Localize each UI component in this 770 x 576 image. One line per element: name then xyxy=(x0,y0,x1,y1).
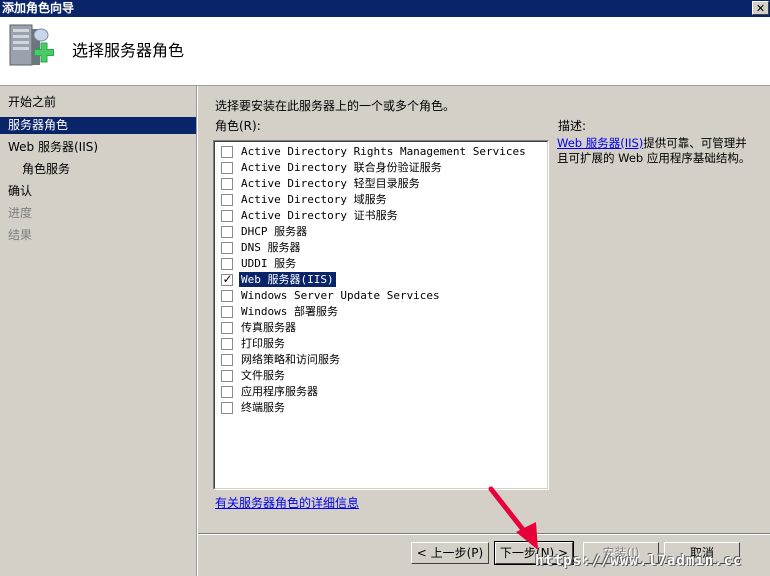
role-checkbox[interactable] xyxy=(221,290,233,302)
role-checkbox[interactable] xyxy=(221,338,233,350)
step-web-server-iis[interactable]: Web 服务器(IIS) xyxy=(0,139,196,156)
role-item[interactable]: DHCP 服务器 xyxy=(219,224,539,240)
role-label[interactable]: DNS 服务器 xyxy=(239,240,303,255)
description-role-link[interactable]: Web 服务器(IIS) xyxy=(557,136,643,150)
role-item[interactable]: Active Directory 联合身份验证服务 xyxy=(219,160,539,176)
role-item[interactable]: Active Directory 域服务 xyxy=(219,192,539,208)
roles-label: 角色(R): xyxy=(215,119,261,133)
close-button[interactable]: ✕ xyxy=(752,1,769,15)
role-label[interactable]: Active Directory Rights Management Servi… xyxy=(239,144,528,159)
server-add-icon xyxy=(9,24,54,66)
step-confirmation[interactable]: 确认 xyxy=(0,183,196,200)
role-label[interactable]: 终端服务 xyxy=(239,400,287,415)
role-item[interactable]: 打印服务 xyxy=(219,336,539,352)
role-checkbox[interactable] xyxy=(221,146,233,158)
role-item[interactable]: Active Directory Rights Management Servi… xyxy=(219,144,539,160)
back-button[interactable]: < 上一步(P) xyxy=(411,542,489,564)
role-checkbox[interactable] xyxy=(221,178,233,190)
role-item[interactable]: UDDI 服务 xyxy=(219,256,539,272)
role-item[interactable]: 文件服务 xyxy=(219,368,539,384)
role-label[interactable]: 传真服务器 xyxy=(239,320,298,335)
instruction-text: 选择要安装在此服务器上的一个或多个角色。 xyxy=(215,99,456,113)
watermark-text: https://www.l7admin.cc xyxy=(535,553,743,569)
more-info-link[interactable]: 有关服务器角色的详细信息 xyxy=(215,494,359,511)
window-title: 添加角色向导 xyxy=(2,1,75,15)
role-checkbox[interactable] xyxy=(221,210,233,222)
role-description: Web 服务器(IIS)提供可靠、可管理并且可扩展的 Web 应用程序基础结构。 xyxy=(557,136,757,166)
role-checkbox[interactable] xyxy=(221,370,233,382)
role-label[interactable]: Windows 部署服务 xyxy=(239,304,340,319)
role-item[interactable]: 传真服务器 xyxy=(219,320,539,336)
step-server-roles[interactable]: 服务器角色 xyxy=(0,117,196,134)
wizard-steps: 开始之前 服务器角色 Web 服务器(IIS) 角色服务 确认 进度 结果 xyxy=(0,86,197,576)
role-checkbox[interactable] xyxy=(221,322,233,334)
role-label[interactable]: 应用程序服务器 xyxy=(239,384,320,399)
role-checkbox[interactable] xyxy=(221,386,233,398)
role-label[interactable]: Active Directory 联合身份验证服务 xyxy=(239,160,444,175)
role-label-selected[interactable]: Web 服务器(IIS) xyxy=(239,272,336,287)
role-item[interactable]: 终端服务 xyxy=(219,400,539,416)
role-checkbox[interactable] xyxy=(221,354,233,366)
role-item[interactable]: 应用程序服务器 xyxy=(219,384,539,400)
role-item[interactable]: 网络策略和访问服务 xyxy=(219,352,539,368)
role-checkbox[interactable] xyxy=(221,162,233,174)
title-bar: 添加角色向导 ✕ xyxy=(0,0,770,17)
role-label[interactable]: Active Directory 轻型目录服务 xyxy=(239,176,422,191)
page-heading: 选择服务器角色 xyxy=(72,41,185,60)
role-item[interactable]: Active Directory 轻型目录服务 xyxy=(219,176,539,192)
role-label[interactable]: DHCP 服务器 xyxy=(239,224,309,239)
step-role-services[interactable]: 角色服务 xyxy=(0,161,196,178)
roles-list[interactable]: Active Directory Rights Management Servi… xyxy=(213,140,549,490)
role-checkbox[interactable] xyxy=(221,226,233,238)
role-checkbox-checked[interactable]: ✓ xyxy=(221,272,233,286)
role-checkbox[interactable] xyxy=(221,306,233,318)
role-label[interactable]: 网络策略和访问服务 xyxy=(239,352,342,367)
role-item[interactable]: Windows Server Update Services xyxy=(219,288,539,304)
role-checkbox[interactable] xyxy=(221,258,233,270)
role-item[interactable]: DNS 服务器 xyxy=(219,240,539,256)
role-checkbox[interactable] xyxy=(221,194,233,206)
role-label[interactable]: Windows Server Update Services xyxy=(239,288,442,303)
main-content: 选择要安装在此服务器上的一个或多个角色。 角色(R): 描述: Active D… xyxy=(198,86,770,533)
role-label[interactable]: 文件服务 xyxy=(239,368,287,383)
wizard-header: 选择服务器角色 xyxy=(0,17,770,86)
role-item-web-server[interactable]: ✓ Web 服务器(IIS) xyxy=(219,272,539,288)
role-checkbox[interactable] xyxy=(221,402,233,414)
role-checkbox[interactable] xyxy=(221,242,233,254)
description-label: 描述: xyxy=(558,119,587,133)
roles-list-inner: Active Directory Rights Management Servi… xyxy=(214,141,548,489)
role-item[interactable]: Active Directory 证书服务 xyxy=(219,208,539,224)
role-label[interactable]: Active Directory 域服务 xyxy=(239,192,389,207)
role-item[interactable]: Windows 部署服务 xyxy=(219,304,539,320)
step-progress: 进度 xyxy=(8,206,33,220)
role-label[interactable]: Active Directory 证书服务 xyxy=(239,208,400,223)
role-label[interactable]: 打印服务 xyxy=(239,336,287,351)
role-label[interactable]: UDDI 服务 xyxy=(239,256,298,271)
step-before-you-begin[interactable]: 开始之前 xyxy=(0,94,196,111)
check-icon: ✓ xyxy=(222,272,233,286)
step-results: 结果 xyxy=(8,228,33,242)
